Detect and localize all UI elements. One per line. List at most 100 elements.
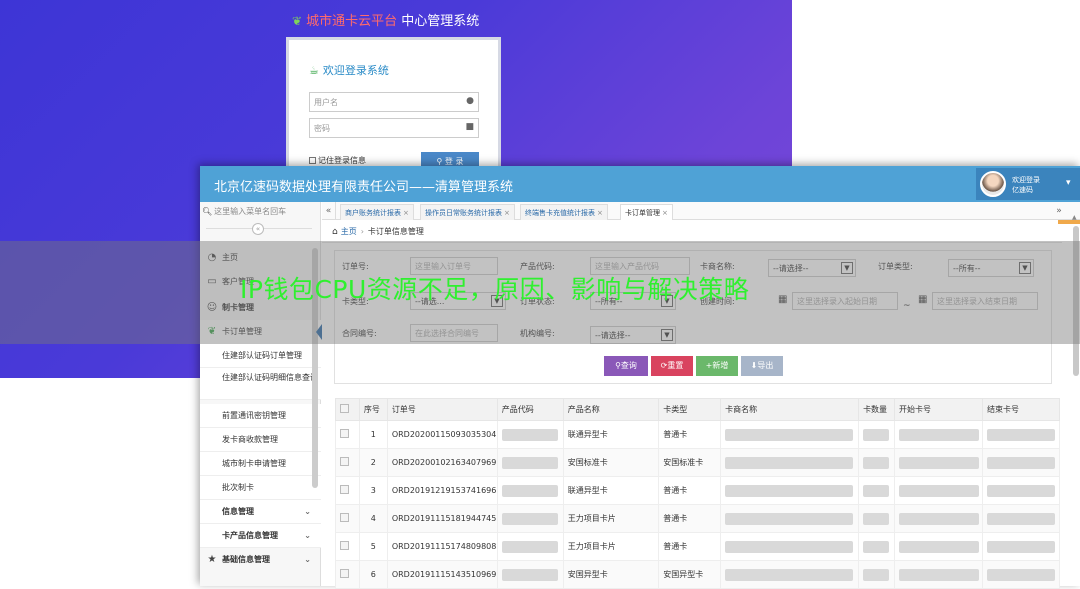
tab-terminal-report[interactable]: 终端售卡充值统计报表 × xyxy=(520,204,608,220)
seq-cell: 1 xyxy=(358,420,388,449)
card-type-cell: 安国异型卡 xyxy=(658,560,722,589)
redacted-block xyxy=(986,428,1055,441)
row-checkbox[interactable] xyxy=(340,429,349,438)
card-count-cell xyxy=(858,532,895,561)
col-header[interactable]: 结束卡号 xyxy=(981,398,1061,421)
sidebar-item-auth-code-details[interactable]: 住建部认证码明细信息查询 xyxy=(200,368,321,400)
redacted-block xyxy=(725,540,854,553)
sidebar-collapse[interactable]: « xyxy=(206,223,312,238)
caret-down-icon[interactable]: ▾ xyxy=(1066,178,1071,188)
start-card-no-cell xyxy=(894,476,983,505)
table-row[interactable]: 5 ORD20191115174809808 王力项目卡片 普通卡 xyxy=(335,532,1061,561)
management-window: 北京亿速码数据处理有限责任公司——清算管理系统 欢迎登录 亿速码 ▾ ⚙ 🔍︎这… xyxy=(200,166,1080,589)
sidebar-item-comm-keys[interactable]: 前置通讯密钥管理 xyxy=(200,404,321,428)
table-row[interactable]: 3 ORD20191219153741696 联通异型卡 普通卡 xyxy=(335,476,1061,505)
collapse-icon[interactable]: « xyxy=(252,223,264,235)
seq-cell: 5 xyxy=(358,532,388,561)
query-button[interactable]: ⚲查询 xyxy=(604,356,648,376)
redacted-block xyxy=(899,456,979,469)
select-all-checkbox[interactable] xyxy=(340,404,349,413)
tab-label: 终端售卡充值统计报表 xyxy=(525,209,595,217)
sidebar-item-basic-info[interactable]: ★ 基础信息管理 ⌄ xyxy=(200,548,321,572)
col-header[interactable]: 卡类型 xyxy=(658,398,722,421)
card-type-cell: 普通卡 xyxy=(658,532,722,561)
redacted-block xyxy=(986,540,1055,553)
reset-button[interactable]: ⟳重置 xyxy=(651,356,693,376)
sidebar-item-label: 住建部认证码明细信息查询 xyxy=(222,373,318,382)
tab-prev-icon[interactable]: « xyxy=(322,202,336,220)
table-row[interactable]: 1 ORD20200115093035304 联通异型卡 普通卡 xyxy=(335,420,1061,449)
col-header[interactable]: 产品代码 xyxy=(496,398,564,421)
chevron-down-icon: ⌄ xyxy=(304,507,311,516)
col-header[interactable]: 订单号 xyxy=(386,398,498,421)
row-checkbox[interactable] xyxy=(340,541,349,550)
avatar[interactable] xyxy=(980,171,1006,197)
sidebar-item-batch-cards[interactable]: 批次制卡 xyxy=(200,476,321,500)
sidebar-item-info-mgmt[interactable]: 信息管理 ⌄ xyxy=(200,500,321,524)
coffee-icon: ☕ xyxy=(309,64,319,77)
search-icon: 🔍︎ xyxy=(202,207,213,216)
tab-label: 操作员日常账务统计报表 xyxy=(425,209,502,217)
col-header[interactable]: 开始卡号 xyxy=(894,398,983,421)
row-checkbox[interactable] xyxy=(340,513,349,522)
scroll-up-icon[interactable]: ▲ xyxy=(1072,214,1077,221)
seq-cell: 3 xyxy=(358,476,388,505)
sidebar-item-city-card-requests[interactable]: 城市制卡申请管理 xyxy=(200,452,321,476)
password-field[interactable]: 密码 ■ xyxy=(309,118,479,138)
export-button[interactable]: ⬇导出 xyxy=(741,356,783,376)
close-icon[interactable]: × xyxy=(403,209,409,217)
end-card-no-cell xyxy=(981,476,1061,505)
redacted-block xyxy=(863,540,890,553)
card-vendor-cell xyxy=(720,560,860,589)
end-card-no-cell xyxy=(981,532,1061,561)
row-select-cell xyxy=(335,448,360,477)
user-greeting: 欢迎登录 xyxy=(1012,176,1040,184)
order-no-cell: ORD20191115181944745 xyxy=(386,504,498,533)
order-no-cell: ORD20200102163407969 xyxy=(386,448,498,477)
table-row[interactable]: 4 ORD20191115181944745 王力项目卡片 普通卡 xyxy=(335,504,1061,533)
close-icon[interactable]: × xyxy=(662,209,668,217)
username-field[interactable]: 用户名 ● xyxy=(309,92,479,112)
tab-next-icon[interactable]: » xyxy=(1052,202,1066,220)
col-header[interactable]: 卡数量 xyxy=(858,398,895,421)
redacted-block xyxy=(863,484,890,497)
tab-label: 卡订单管理 xyxy=(625,209,660,217)
seq-cell: 4 xyxy=(358,504,388,533)
product-code-cell xyxy=(496,532,564,561)
col-header[interactable]: 产品名称 xyxy=(562,398,660,421)
add-button[interactable]: +新增 xyxy=(696,356,738,376)
end-card-no-cell xyxy=(981,448,1061,477)
redacted-block xyxy=(725,428,854,441)
sidebar-item-card-products[interactable]: 卡产品信息管理 ⌄ xyxy=(200,524,321,548)
remember-me[interactable]: 记住登录信息 xyxy=(309,155,366,166)
row-checkbox[interactable] xyxy=(340,457,349,466)
table-row[interactable]: 6 ORD20191115143510969 安国异型卡 安国异型卡 xyxy=(335,560,1061,589)
remember-checkbox[interactable] xyxy=(309,157,316,164)
password-placeholder: 密码 xyxy=(314,124,330,133)
login-panel: ☕ 欢迎登录系统 用户名 ● 密码 ■ 记住登录信息 ⚲ 登 录 xyxy=(286,37,501,177)
redacted-block xyxy=(725,456,854,469)
login-title-brand: 城市通卡云平台 xyxy=(306,14,398,29)
sidebar-item-auth-code-orders[interactable]: 住建部认证码订单管理 xyxy=(200,344,321,368)
tab-operator-report[interactable]: 操作员日常账务统计报表 × xyxy=(420,204,515,220)
table-row[interactable]: 2 ORD20200102163407969 安国标准卡 安国标准卡 xyxy=(335,448,1061,477)
row-checkbox[interactable] xyxy=(340,485,349,494)
tab-merchant-report[interactable]: 商户账务统计报表 × xyxy=(340,204,414,220)
user-menu[interactable]: 欢迎登录 亿速码 ▾ xyxy=(976,168,1080,200)
breadcrumb-home[interactable]: 主页 xyxy=(341,227,357,236)
breadcrumb: ⌂ 主页 › 卡订单信息管理 xyxy=(332,226,424,240)
row-select-cell xyxy=(335,476,360,505)
sidebar-item-issuer-payments[interactable]: 发卡商收款管理 xyxy=(200,428,321,452)
col-header[interactable]: 卡商名称 xyxy=(720,398,860,421)
reset-button-label: 重置 xyxy=(667,361,684,370)
sidebar-item-label: 信息管理 xyxy=(222,507,254,516)
remember-label: 记住登录信息 xyxy=(318,156,366,165)
tab-card-orders[interactable]: 卡订单管理 × xyxy=(620,204,673,220)
col-header[interactable]: 序号 xyxy=(358,398,388,421)
close-icon[interactable]: × xyxy=(504,209,510,217)
menu-search-input[interactable]: 🔍︎ 这里输入菜单名回车 xyxy=(202,206,317,222)
leaf-icon: ❦ xyxy=(292,14,303,28)
key-icon: ⚲ xyxy=(436,157,445,166)
close-icon[interactable]: × xyxy=(597,209,603,217)
row-checkbox[interactable] xyxy=(340,569,349,578)
